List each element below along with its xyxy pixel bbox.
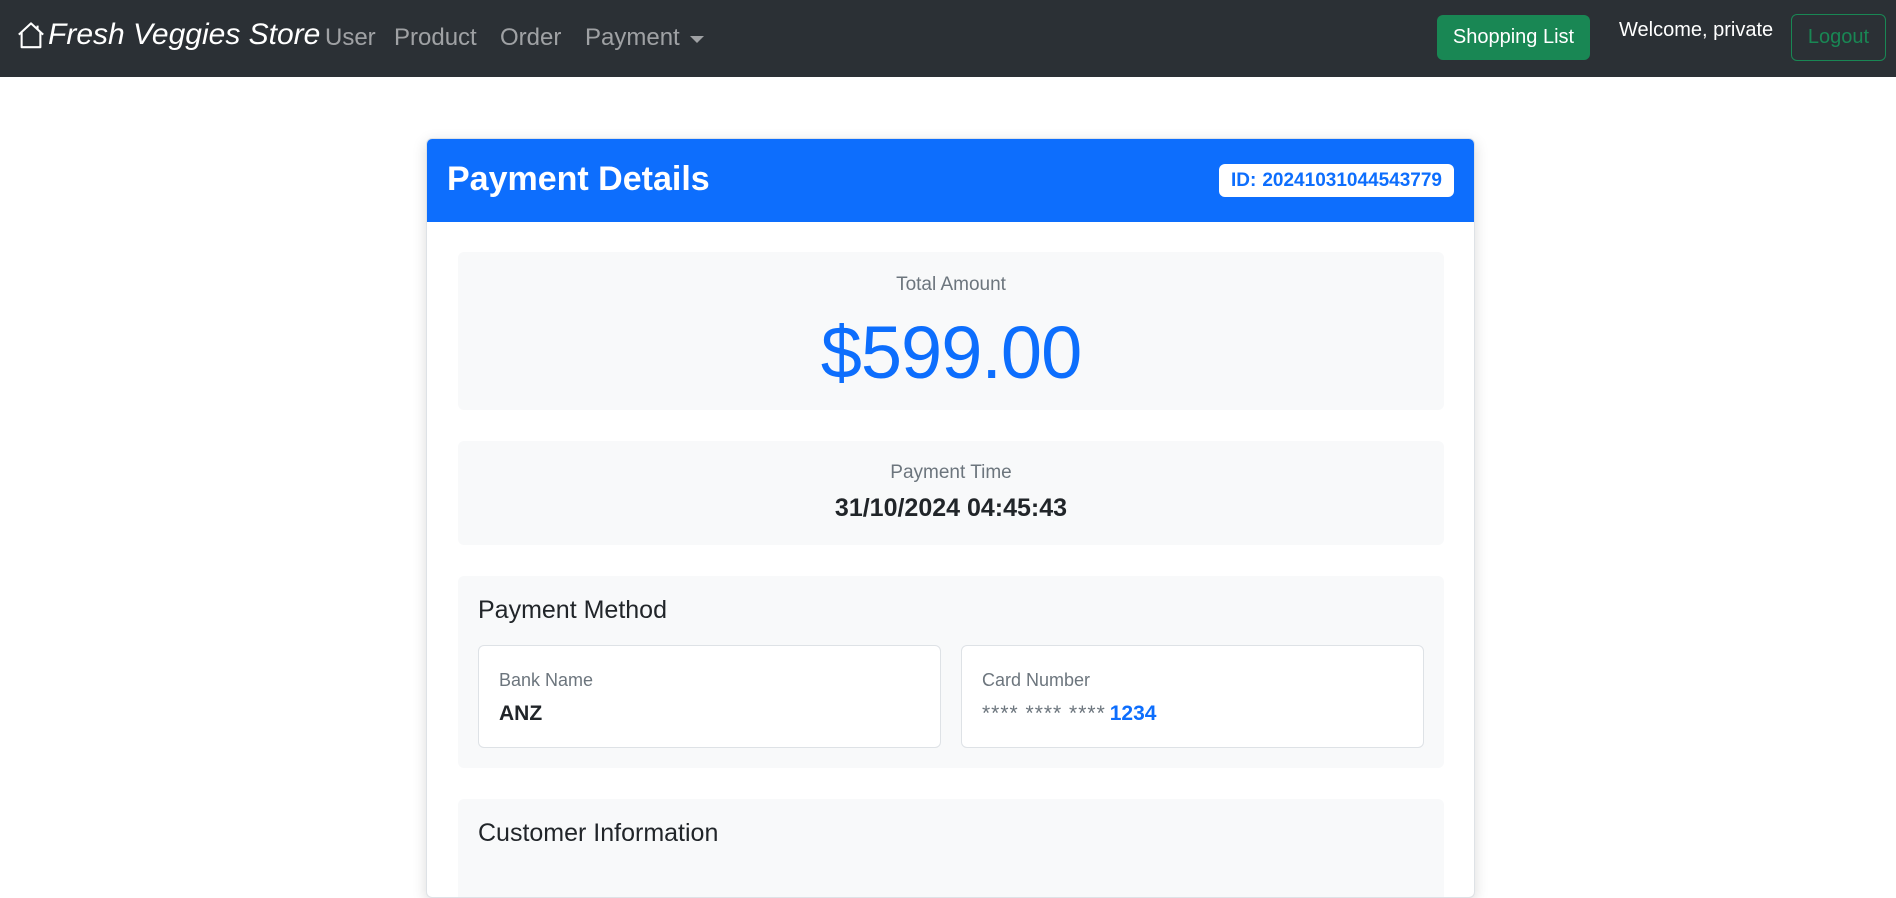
payment-time-value: 31/10/2024 04:45:43 [834, 494, 1068, 522]
welcome-text: Welcome, private [1619, 19, 1774, 41]
bank-name-value: ANZ [499, 702, 543, 725]
nav-dropdown-payment[interactable]: Payment [585, 24, 704, 52]
payment-method-title: Payment Method [478, 596, 667, 624]
logout-button[interactable]: Logout [1791, 14, 1886, 61]
shopping-list-button[interactable]: Shopping List [1437, 15, 1590, 60]
card-number-label: Card Number [982, 670, 1091, 690]
customer-information-title: Customer Information [478, 819, 719, 847]
payment-id-prefix: ID: [1231, 169, 1257, 191]
nav-link-product[interactable]: Product [394, 24, 477, 52]
page-title: Payment Details [447, 160, 710, 198]
total-amount-panel: Total Amount $599.00 [458, 252, 1444, 410]
total-amount-label: Total Amount [896, 274, 1006, 295]
top-navbar: Fresh Veggies Store User Product Order P… [0, 0, 1896, 77]
card-number-value: **** **** **** 1234 [982, 702, 1156, 726]
card-number-card: Card Number **** **** **** 1234 [961, 645, 1424, 748]
card-header: Payment Details ID: 20241031044543779 [427, 139, 1474, 222]
nav-link-order[interactable]: Order [500, 24, 561, 52]
customer-information-panel: Customer Information [458, 799, 1444, 897]
card-number-mask: **** **** **** [982, 702, 1106, 725]
brand-name: Fresh Veggies Store [48, 18, 321, 51]
caret-down-icon [689, 35, 704, 43]
payment-details-card: Payment Details ID: 20241031044543779 To… [426, 138, 1475, 898]
nav-dropdown-payment-label: Payment [585, 24, 680, 51]
payment-method-panel: Payment Method Bank Name ANZ Card Number… [458, 576, 1444, 768]
house-icon [18, 22, 44, 49]
payment-time-panel: Payment Time 31/10/2024 04:45:43 [458, 441, 1444, 545]
card-number-last4: 1234 [1109, 702, 1157, 725]
payment-id-badge: ID: 20241031044543779 [1219, 164, 1454, 197]
payment-id-value: 20241031044543779 [1262, 169, 1442, 191]
total-amount-value: $599.00 [820, 311, 1083, 394]
payment-time-label: Payment Time [890, 462, 1012, 483]
brand-link[interactable]: Fresh Veggies Store [16, 18, 320, 52]
bank-name-label: Bank Name [499, 670, 594, 690]
nav-link-user[interactable]: User [325, 24, 376, 52]
bank-name-card: Bank Name ANZ [478, 645, 941, 748]
